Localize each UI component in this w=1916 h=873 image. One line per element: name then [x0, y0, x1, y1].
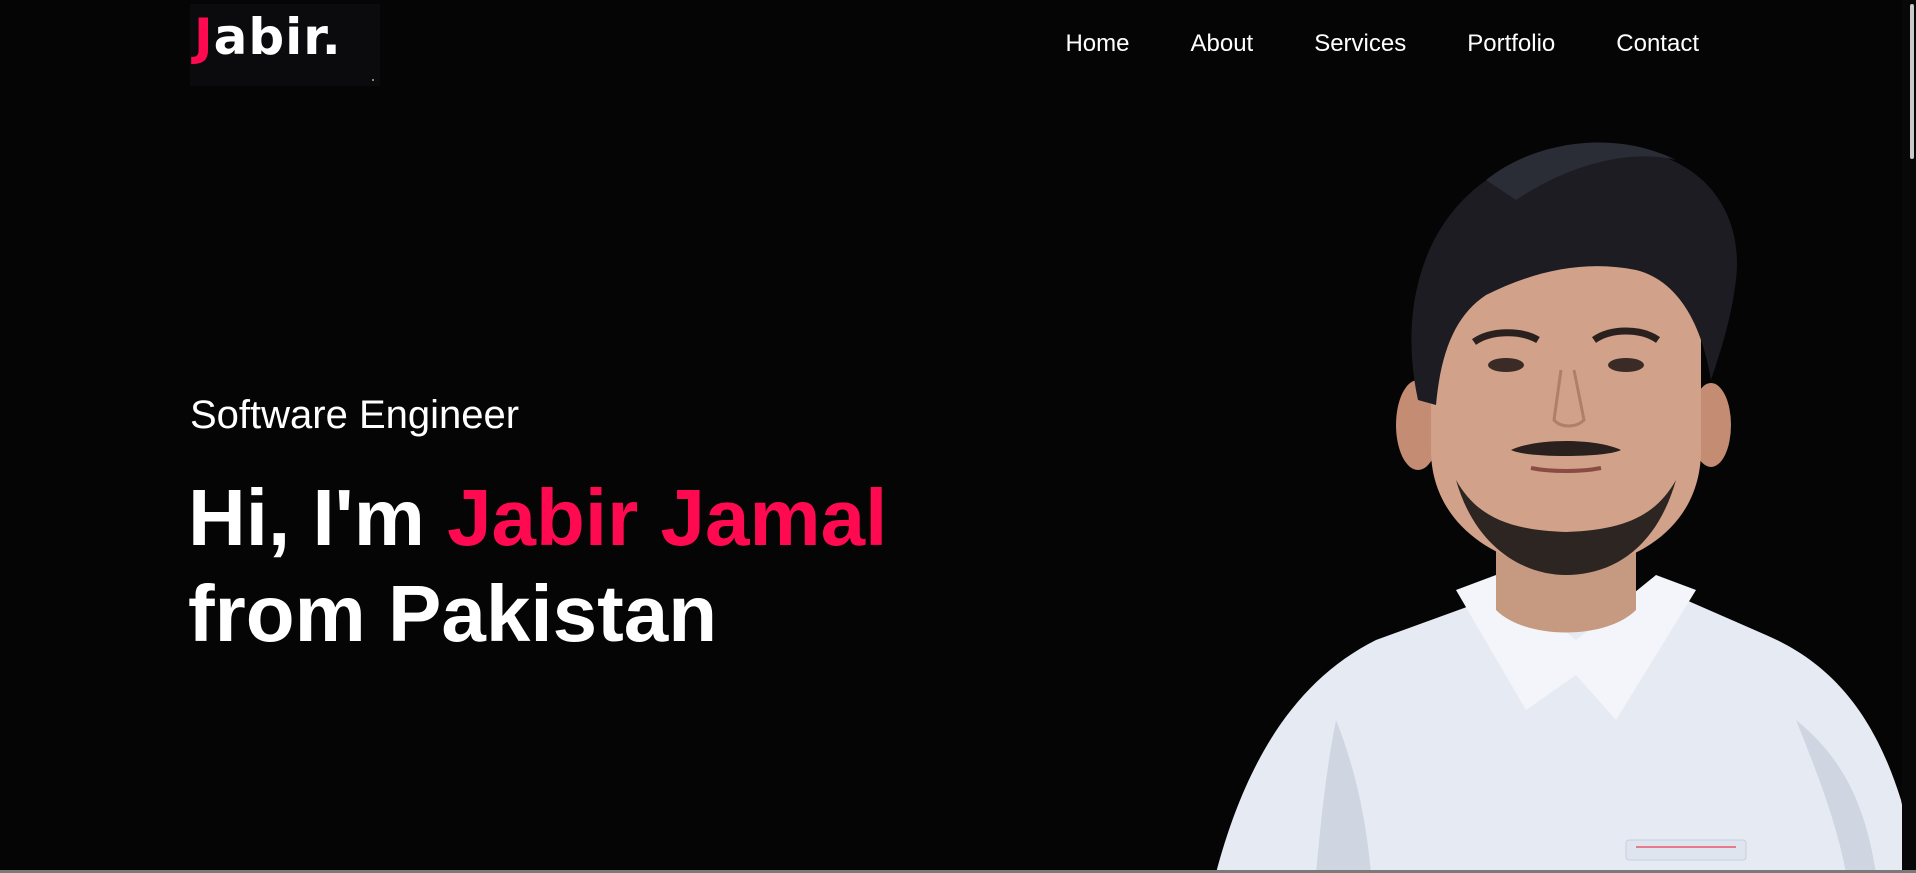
logo-rest: abir.	[213, 8, 342, 66]
nav-link-about[interactable]: About	[1190, 30, 1253, 58]
nav-link-services[interactable]: Services	[1314, 30, 1406, 58]
nav-link-home[interactable]: Home	[1065, 30, 1129, 58]
logo[interactable]: Jabir.	[190, 4, 380, 86]
nav-link-portfolio[interactable]: Portfolio	[1467, 30, 1555, 58]
scrollbar[interactable]	[1902, 0, 1916, 873]
main-nav: Home About Services Portfolio Contact	[1065, 30, 1699, 58]
nav-link-contact[interactable]: Contact	[1616, 30, 1699, 58]
hero-location-line: from Pakistan	[188, 569, 718, 658]
hero-subtitle: Software Engineer	[190, 393, 520, 437]
scrollbar-thumb[interactable]	[1910, 4, 1914, 159]
profile-photo	[1216, 142, 1916, 873]
logo-mark-dot	[372, 79, 374, 81]
page: Jabir. Home About Services Portfolio Con…	[0, 0, 1916, 873]
hero-name: Jabir Jamal	[447, 473, 888, 562]
logo-text: Jabir.	[194, 12, 342, 62]
hero-title: Hi, I'm Jabir Jamal from Pakistan	[188, 470, 887, 662]
hero-greeting: Hi, I'm	[188, 473, 448, 562]
logo-first-letter: J	[194, 8, 214, 66]
